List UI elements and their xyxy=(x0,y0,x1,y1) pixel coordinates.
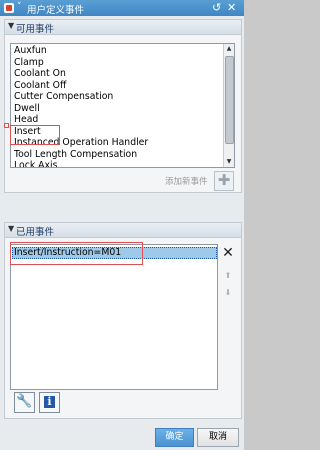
title-bar: ˅ 用户定义事件 ↺ ✕ xyxy=(0,0,244,16)
window-title: 用户定义事件 xyxy=(27,5,85,16)
used-events-list[interactable]: Insert/Instruction=M01 xyxy=(10,244,218,390)
used-events-section: ▼ 已用事件 Insert/Instruction=M01 ✕ ⬆ ⬇ 🔧 i xyxy=(4,222,242,419)
list-item[interactable]: Coolant Off xyxy=(14,80,66,91)
list-item[interactable]: Cutter Compensation xyxy=(14,91,113,102)
list-item[interactable]: Tool Length Compensation xyxy=(14,149,137,160)
move-down-icon[interactable]: ⬇ xyxy=(220,285,236,301)
chevron-down-icon: ▼ xyxy=(8,21,15,30)
reset-icon[interactable]: ↺ xyxy=(212,1,221,14)
section-title: 可用事件 xyxy=(16,24,55,35)
delete-icon[interactable]: ✕ xyxy=(220,246,236,262)
highlight-box xyxy=(10,125,60,145)
section-title: 已用事件 xyxy=(16,227,55,238)
highlight-marker xyxy=(4,123,9,128)
list-item[interactable]: Clamp xyxy=(14,57,44,68)
available-events-header[interactable]: ▼ 可用事件 xyxy=(5,20,241,35)
cancel-button[interactable]: 取消 xyxy=(197,428,239,447)
available-events-list[interactable]: Auxfun Clamp Coolant On Coolant Off Cutt… xyxy=(10,43,235,168)
add-new-event-label: 添加新事件 xyxy=(165,177,208,187)
chevron-down-icon: ▼ xyxy=(8,224,15,233)
wrench-icon[interactable]: 🔧 xyxy=(14,392,35,413)
list-item[interactable]: Dwell xyxy=(14,103,40,114)
chevron-down-icon[interactable]: ˅ xyxy=(17,2,22,12)
ok-button[interactable]: 确定 xyxy=(155,428,194,447)
scroll-down-icon[interactable]: ▼ xyxy=(225,157,233,167)
list-item[interactable]: Coolant On xyxy=(14,68,66,79)
list-item[interactable]: Head xyxy=(14,114,38,125)
used-events-header[interactable]: ▼ 已用事件 xyxy=(5,223,241,238)
scroll-thumb[interactable] xyxy=(225,56,234,144)
app-icon xyxy=(4,3,14,13)
info-icon[interactable]: i xyxy=(39,392,60,413)
list-item[interactable]: Lock Axis xyxy=(14,160,57,167)
list-item[interactable]: Auxfun xyxy=(14,45,47,56)
dialog-window: ˅ 用户定义事件 ↺ ✕ ▼ 可用事件 Auxfun Clamp Coolant… xyxy=(0,0,244,450)
highlight-box xyxy=(10,242,143,265)
move-up-icon[interactable]: ⬆ xyxy=(220,268,236,284)
add-event-icon[interactable]: ✚ xyxy=(214,171,234,191)
available-events-section: ▼ 可用事件 Auxfun Clamp Coolant On Coolant O… xyxy=(4,19,242,193)
close-icon[interactable]: ✕ xyxy=(227,1,236,14)
vertical-scrollbar[interactable]: ▲ ▼ xyxy=(223,44,234,167)
scroll-up-icon[interactable]: ▲ xyxy=(225,44,233,54)
